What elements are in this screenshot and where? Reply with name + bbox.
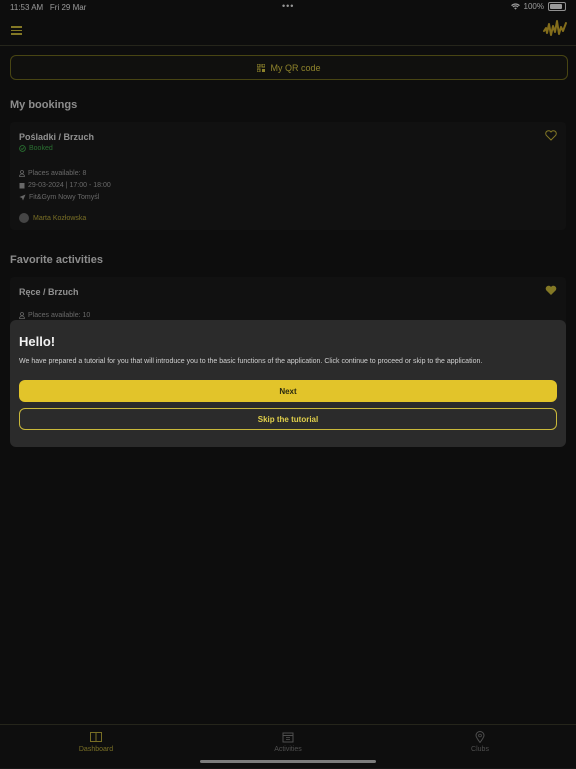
- dialog-message: We have prepared a tutorial for you that…: [19, 358, 483, 365]
- dialog-title: Hello!: [19, 334, 56, 349]
- skip-tutorial-button[interactable]: Skip the tutorial: [19, 408, 557, 430]
- next-button[interactable]: Next: [19, 380, 557, 402]
- tutorial-dialog: Hello! We have prepared a tutorial for y…: [10, 320, 566, 447]
